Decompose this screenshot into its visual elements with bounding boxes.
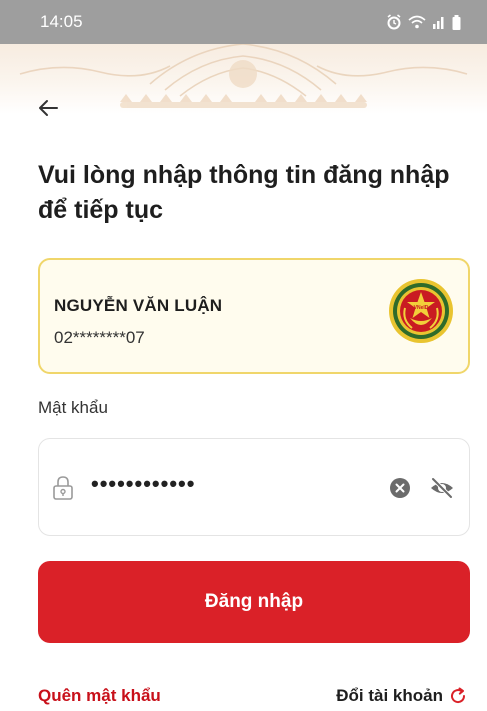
switch-account-link[interactable]: Đổi tài khoản	[336, 686, 467, 706]
refresh-icon	[451, 687, 466, 704]
login-button[interactable]: Đăng nhập	[38, 561, 470, 643]
password-field[interactable]: ••••••••••••	[38, 438, 470, 536]
password-input[interactable]: ••••••••••••	[91, 471, 195, 497]
alarm-icon	[386, 14, 402, 30]
signal-icon	[432, 15, 446, 29]
login-screen: 14:05 Vui lòng nhập thông tin đăng nhập …	[0, 0, 487, 711]
status-bar: 14:05	[0, 0, 487, 44]
battery-icon	[452, 14, 461, 30]
police-emblem-icon: VNeID	[389, 279, 453, 343]
account-id: 02********07	[54, 328, 145, 347]
header-decoration	[0, 44, 487, 114]
wifi-icon	[408, 14, 426, 30]
eye-off-icon[interactable]	[429, 475, 455, 501]
emblem-text: VNeID	[414, 305, 429, 311]
status-icons	[386, 14, 461, 30]
back-button[interactable]	[30, 90, 66, 126]
clear-icon[interactable]	[389, 477, 411, 499]
forgot-password-link[interactable]: Quên mật khẩu	[38, 686, 161, 706]
account-card: NGUYỄN VĂN LUẬN 02********07 VNeID	[38, 258, 470, 374]
account-name: NGUYỄN VĂN LUẬN	[54, 296, 223, 315]
page-title: Vui lòng nhập thông tin đăng nhập để tiế…	[38, 161, 450, 224]
password-label: Mật khẩu	[38, 398, 108, 417]
switch-account-label: Đổi tài khoản	[336, 686, 443, 705]
lock-icon	[53, 476, 73, 500]
status-time: 14:05	[40, 12, 83, 31]
arrow-left-icon	[39, 100, 58, 116]
